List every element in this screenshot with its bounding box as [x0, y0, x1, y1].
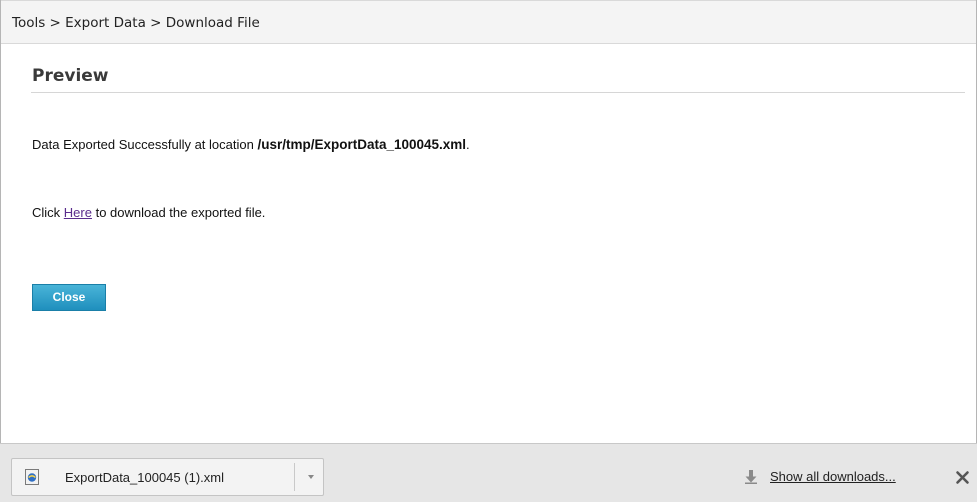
export-file-path: /usr/tmp/ExportData_100045.xml — [257, 137, 467, 152]
download-shelf: ExportData_100045 (1).xml Show all downl… — [0, 443, 977, 502]
close-button[interactable]: Close — [32, 284, 106, 311]
page-content: Tools > Export Data > Download File Prev… — [0, 0, 977, 443]
title-divider — [31, 92, 965, 93]
page-title: Preview — [32, 66, 109, 86]
message-prefix: Data Exported Successfully at location — [32, 137, 258, 152]
message-suffix: . — [466, 137, 470, 152]
item-divider — [294, 463, 295, 491]
download-instruction: Click Here to download the exported file… — [32, 205, 265, 220]
click-prefix: Click — [32, 205, 64, 220]
click-suffix: to download the exported file. — [91, 205, 266, 220]
close-icon[interactable] — [955, 470, 970, 485]
breadcrumb-bar: Tools > Export Data > Download File — [1, 0, 976, 44]
chevron-down-icon[interactable] — [301, 465, 321, 489]
show-all-downloads-label: Show all downloads... — [770, 469, 896, 484]
breadcrumb: Tools > Export Data > Download File — [12, 15, 260, 31]
export-success-message: Data Exported Successfully at location /… — [32, 137, 470, 152]
download-here-link[interactable]: Here — [64, 205, 92, 220]
download-arrow-icon — [745, 470, 757, 484]
download-file-name: ExportData_100045 (1).xml — [65, 470, 224, 485]
download-item[interactable]: ExportData_100045 (1).xml — [11, 458, 324, 496]
xml-file-icon — [25, 469, 39, 485]
browser-window: Tools > Export Data > Download File Prev… — [0, 0, 977, 502]
